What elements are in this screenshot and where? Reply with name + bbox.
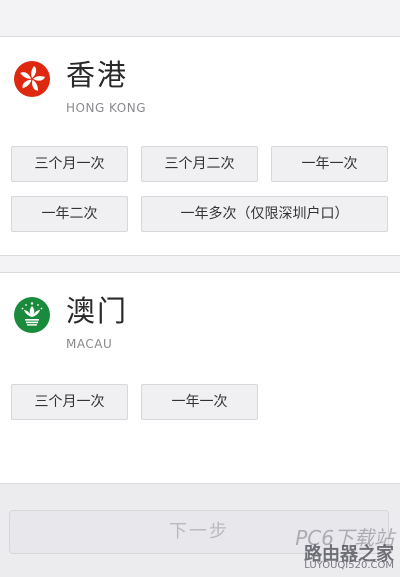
hong-kong-subtitle: HONG KONG bbox=[66, 101, 146, 115]
macau-flag-icon bbox=[14, 297, 50, 333]
macau-header: 澳门 MACAU bbox=[14, 273, 384, 363]
macau-section: 澳门 MACAU 三个月一次 一年一次 bbox=[0, 272, 400, 484]
hk-option-3month-twice[interactable]: 三个月二次 bbox=[141, 146, 258, 182]
hong-kong-section: 香港 HONG KONG 三个月一次 三个月二次 一年一次 一年二次 一年多次（… bbox=[0, 36, 400, 256]
hk-option-1year-once[interactable]: 一年一次 bbox=[271, 146, 388, 182]
hk-option-1year-twice[interactable]: 一年二次 bbox=[11, 196, 128, 232]
hk-option-1year-multiple[interactable]: 一年多次（仅限深圳户口） bbox=[141, 196, 388, 232]
hk-option-3month-once[interactable]: 三个月一次 bbox=[11, 146, 128, 182]
watermark-url: LUYOUQI520.COM bbox=[304, 560, 394, 571]
section-divider bbox=[0, 256, 400, 272]
mo-option-1year-once[interactable]: 一年一次 bbox=[141, 384, 258, 420]
macau-subtitle: MACAU bbox=[66, 337, 113, 351]
mo-option-3month-once[interactable]: 三个月一次 bbox=[11, 384, 128, 420]
hong-kong-title: 香港 bbox=[66, 58, 129, 92]
top-spacer bbox=[0, 0, 400, 36]
macau-title: 澳门 bbox=[66, 294, 129, 328]
hong-kong-flag-icon bbox=[14, 61, 50, 97]
hong-kong-header: 香港 HONG KONG bbox=[14, 37, 384, 127]
